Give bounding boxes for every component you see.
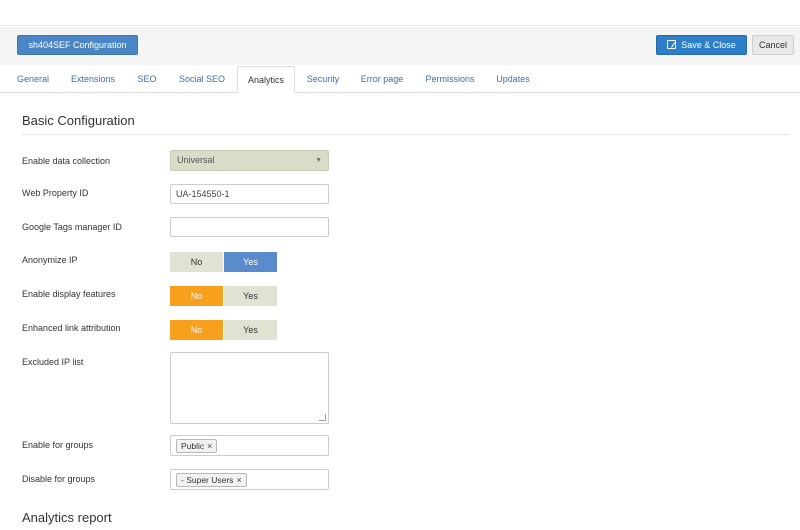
group-chip-public: Public ×: [176, 439, 218, 453]
chip-label: - Super Users: [181, 475, 234, 485]
tab-permissions[interactable]: Permissions: [418, 66, 482, 93]
link-attribution-toggle: No Yes: [170, 320, 277, 340]
tags-manager-input[interactable]: [170, 217, 329, 237]
tab-seo[interactable]: SEO: [130, 66, 164, 93]
display-features-yes-option[interactable]: Yes: [224, 286, 277, 306]
display-features-toggle: No Yes: [170, 286, 277, 306]
label-enable-groups: Enable for groups: [22, 440, 94, 450]
label-data-collection: Enable data collection: [22, 156, 111, 166]
section-title-report: Analytics report: [22, 510, 112, 525]
enable-groups-input[interactable]: Public ×: [170, 435, 329, 456]
save-close-label: Save & Close: [681, 40, 736, 50]
anonymize-yes-option[interactable]: Yes: [224, 252, 277, 272]
data-collection-select[interactable]: Universal ▼: [170, 150, 329, 171]
remove-icon[interactable]: ×: [207, 440, 212, 452]
group-chip-super-users: - Super Users ×: [176, 473, 247, 487]
anonymize-ip-toggle: No Yes: [170, 252, 277, 272]
tab-updates[interactable]: Updates: [490, 66, 536, 93]
tab-general[interactable]: General: [12, 66, 54, 93]
toolbar: sh404SEF Configuration Save & Close Canc…: [0, 27, 800, 65]
config-title-button[interactable]: sh404SEF Configuration: [17, 35, 138, 55]
tab-error-page[interactable]: Error page: [354, 66, 410, 93]
label-web-property: Web Property ID: [22, 188, 89, 198]
cancel-button[interactable]: Cancel: [752, 35, 794, 55]
data-collection-value: Universal: [177, 155, 215, 165]
disable-groups-input[interactable]: - Super Users ×: [170, 469, 329, 490]
label-display-features: Enable display features: [22, 289, 116, 299]
label-link-attribution: Enhanced link attribution: [22, 323, 121, 333]
top-strip: [0, 0, 800, 26]
caret-down-icon: ▼: [315, 157, 322, 164]
label-tags-manager: Google Tags manager ID: [22, 222, 122, 232]
anonymize-no-option[interactable]: No: [170, 252, 223, 272]
excluded-ip-textarea[interactable]: [170, 352, 329, 424]
label-anonymize-ip: Anonymize IP: [22, 255, 78, 265]
tab-bar: General Extensions SEO Social SEO Analyt…: [0, 66, 800, 93]
resize-grip-icon[interactable]: [319, 414, 326, 421]
tab-analytics[interactable]: Analytics: [237, 66, 295, 93]
tab-extensions[interactable]: Extensions: [62, 66, 124, 93]
remove-icon[interactable]: ×: [236, 474, 241, 486]
web-property-input[interactable]: UA-154550-1: [170, 184, 329, 204]
section-title-basic: Basic Configuration: [22, 113, 135, 128]
display-features-no-option[interactable]: No: [170, 286, 223, 306]
tab-social-seo[interactable]: Social SEO: [170, 66, 234, 93]
save-close-button[interactable]: Save & Close: [656, 35, 747, 55]
chip-label: Public: [181, 441, 205, 451]
label-disable-groups: Disable for groups: [22, 474, 96, 484]
label-excluded-ip: Excluded IP list: [22, 357, 84, 367]
link-attribution-no-option[interactable]: No: [170, 320, 223, 340]
edit-icon: [667, 40, 677, 49]
tab-security[interactable]: Security: [300, 66, 346, 93]
section-divider: [22, 134, 790, 135]
link-attribution-yes-option[interactable]: Yes: [224, 320, 277, 340]
